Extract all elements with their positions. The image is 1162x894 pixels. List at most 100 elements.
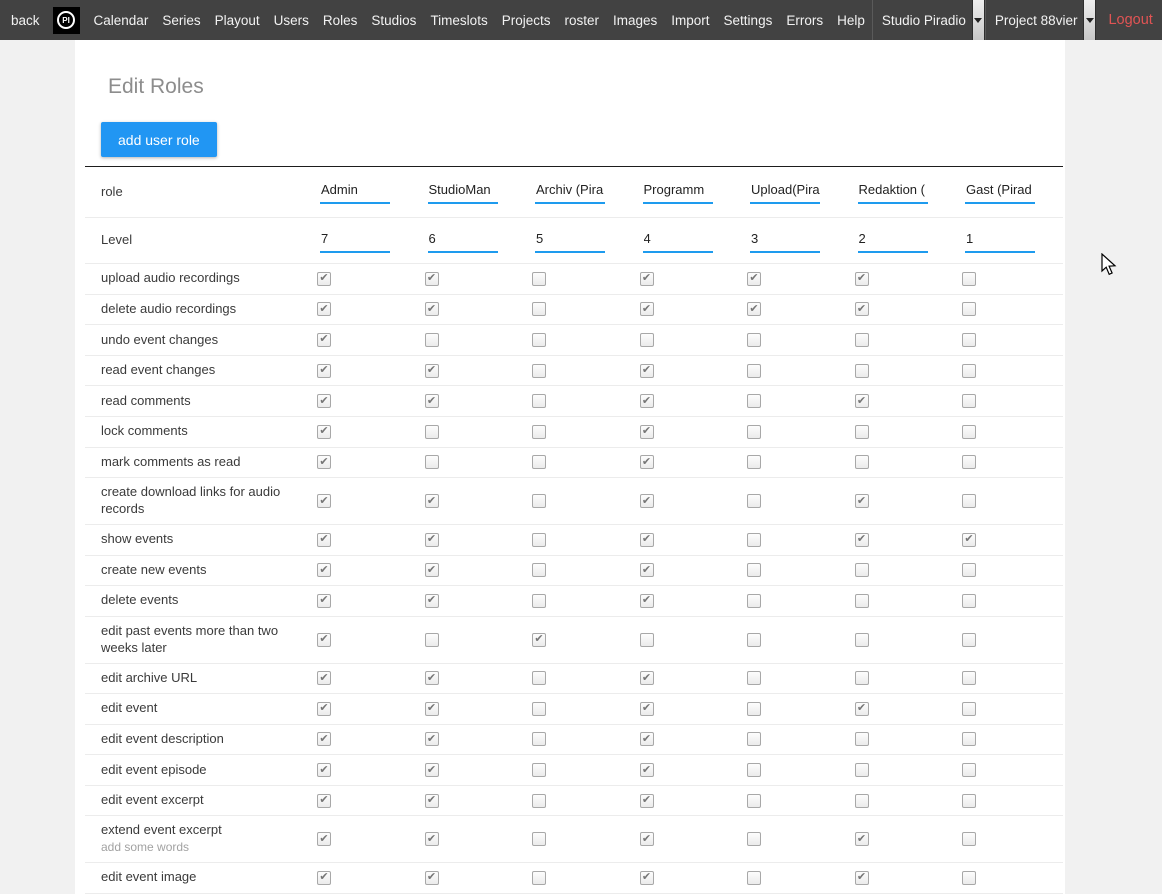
logout-link[interactable]: Logout (1096, 0, 1160, 40)
checkbox-create-new-events-col6[interactable] (855, 563, 869, 577)
checkbox-edit-past-events-more-than-two-weeks-later-col4[interactable] (640, 633, 654, 647)
checkbox-create-download-links-for-audio-records-col2[interactable] (425, 494, 439, 508)
level-input-5[interactable] (750, 229, 820, 253)
level-input-2[interactable] (428, 229, 498, 253)
checkbox-read-comments-col3[interactable] (532, 394, 546, 408)
checkbox-edit-event-excerpt-col7[interactable] (962, 794, 976, 808)
checkbox-read-comments-col2[interactable] (425, 394, 439, 408)
checkbox-edit-event-image-col3[interactable] (532, 871, 546, 885)
checkbox-read-comments-col7[interactable] (962, 394, 976, 408)
checkbox-edit-archive-url-col7[interactable] (962, 671, 976, 685)
checkbox-undo-event-changes-col1[interactable] (317, 333, 331, 347)
checkbox-edit-past-events-more-than-two-weeks-later-col6[interactable] (855, 633, 869, 647)
nav-item-roles[interactable]: Roles (316, 0, 365, 40)
role-name-input-4[interactable] (643, 180, 713, 204)
checkbox-mark-comments-as-read-col1[interactable] (317, 455, 331, 469)
chevron-down-icon[interactable] (1083, 0, 1096, 40)
checkbox-read-event-changes-col2[interactable] (425, 364, 439, 378)
checkbox-delete-audio-recordings-col7[interactable] (962, 302, 976, 316)
checkbox-create-download-links-for-audio-records-col5[interactable] (747, 494, 761, 508)
checkbox-edit-event-episode-col2[interactable] (425, 763, 439, 777)
role-name-input-2[interactable] (428, 180, 498, 204)
checkbox-edit-past-events-more-than-two-weeks-later-col5[interactable] (747, 633, 761, 647)
checkbox-edit-event-excerpt-col3[interactable] (532, 794, 546, 808)
checkbox-read-event-changes-col3[interactable] (532, 364, 546, 378)
checkbox-create-new-events-col2[interactable] (425, 563, 439, 577)
checkbox-show-events-col6[interactable] (855, 533, 869, 547)
role-name-input-3[interactable] (535, 180, 605, 204)
checkbox-edit-archive-url-col1[interactable] (317, 671, 331, 685)
checkbox-lock-comments-col2[interactable] (425, 425, 439, 439)
role-name-input-1[interactable] (320, 180, 390, 204)
checkbox-edit-event-episode-col1[interactable] (317, 763, 331, 777)
checkbox-read-event-changes-col4[interactable] (640, 364, 654, 378)
checkbox-undo-event-changes-col7[interactable] (962, 333, 976, 347)
checkbox-create-new-events-col1[interactable] (317, 563, 331, 577)
level-input-3[interactable] (535, 229, 605, 253)
checkbox-delete-audio-recordings-col5[interactable] (747, 302, 761, 316)
add-user-role-button[interactable]: add user role (101, 122, 217, 157)
nav-item-help[interactable]: Help (830, 0, 872, 40)
checkbox-edit-event-image-col6[interactable] (855, 871, 869, 885)
checkbox-edit-event-episode-col4[interactable] (640, 763, 654, 777)
checkbox-delete-events-col1[interactable] (317, 594, 331, 608)
checkbox-undo-event-changes-col2[interactable] (425, 333, 439, 347)
checkbox-mark-comments-as-read-col2[interactable] (425, 455, 439, 469)
nav-item-images[interactable]: Images (606, 0, 664, 40)
checkbox-lock-comments-col7[interactable] (962, 425, 976, 439)
checkbox-undo-event-changes-col5[interactable] (747, 333, 761, 347)
checkbox-edit-event-excerpt-col6[interactable] (855, 794, 869, 808)
checkbox-edit-event-image-col5[interactable] (747, 871, 761, 885)
checkbox-create-download-links-for-audio-records-col1[interactable] (317, 494, 331, 508)
checkbox-delete-events-col4[interactable] (640, 594, 654, 608)
checkbox-upload-audio-recordings-col2[interactable] (425, 272, 439, 286)
checkbox-create-download-links-for-audio-records-col7[interactable] (962, 494, 976, 508)
checkbox-extend-event-excerpt-col5[interactable] (747, 832, 761, 846)
checkbox-upload-audio-recordings-col5[interactable] (747, 272, 761, 286)
checkbox-edit-event-col3[interactable] (532, 702, 546, 716)
checkbox-mark-comments-as-read-col3[interactable] (532, 455, 546, 469)
checkbox-edit-event-col4[interactable] (640, 702, 654, 716)
checkbox-edit-event-col5[interactable] (747, 702, 761, 716)
nav-item-projects[interactable]: Projects (495, 0, 558, 40)
level-input-4[interactable] (643, 229, 713, 253)
checkbox-read-event-changes-col5[interactable] (747, 364, 761, 378)
checkbox-mark-comments-as-read-col6[interactable] (855, 455, 869, 469)
checkbox-extend-event-excerpt-col4[interactable] (640, 832, 654, 846)
checkbox-create-new-events-col4[interactable] (640, 563, 654, 577)
checkbox-read-event-changes-col6[interactable] (855, 364, 869, 378)
checkbox-edit-event-episode-col3[interactable] (532, 763, 546, 777)
checkbox-delete-audio-recordings-col4[interactable] (640, 302, 654, 316)
checkbox-edit-past-events-more-than-two-weeks-later-col1[interactable] (317, 633, 331, 647)
checkbox-undo-event-changes-col3[interactable] (532, 333, 546, 347)
checkbox-delete-events-col2[interactable] (425, 594, 439, 608)
back-button[interactable]: back (0, 0, 50, 40)
checkbox-undo-event-changes-col6[interactable] (855, 333, 869, 347)
role-name-input-7[interactable] (965, 180, 1035, 204)
checkbox-extend-event-excerpt-col2[interactable] (425, 832, 439, 846)
chevron-down-icon[interactable] (972, 0, 985, 40)
checkbox-edit-event-description-col3[interactable] (532, 732, 546, 746)
checkbox-delete-audio-recordings-col2[interactable] (425, 302, 439, 316)
checkbox-delete-events-col3[interactable] (532, 594, 546, 608)
checkbox-edit-event-excerpt-col1[interactable] (317, 794, 331, 808)
checkbox-extend-event-excerpt-col7[interactable] (962, 832, 976, 846)
nav-item-roster[interactable]: roster (557, 0, 606, 40)
checkbox-read-comments-col6[interactable] (855, 394, 869, 408)
checkbox-edit-event-image-col7[interactable] (962, 871, 976, 885)
checkbox-edit-event-description-col6[interactable] (855, 732, 869, 746)
checkbox-edit-event-description-col1[interactable] (317, 732, 331, 746)
checkbox-edit-archive-url-col5[interactable] (747, 671, 761, 685)
checkbox-edit-event-excerpt-col2[interactable] (425, 794, 439, 808)
checkbox-show-events-col4[interactable] (640, 533, 654, 547)
nav-item-settings[interactable]: Settings (717, 0, 780, 40)
checkbox-upload-audio-recordings-col1[interactable] (317, 272, 331, 286)
checkbox-upload-audio-recordings-col7[interactable] (962, 272, 976, 286)
level-input-1[interactable] (320, 229, 390, 253)
checkbox-read-event-changes-col7[interactable] (962, 364, 976, 378)
checkbox-upload-audio-recordings-col4[interactable] (640, 272, 654, 286)
checkbox-show-events-col2[interactable] (425, 533, 439, 547)
checkbox-read-comments-col5[interactable] (747, 394, 761, 408)
checkbox-edit-archive-url-col6[interactable] (855, 671, 869, 685)
nav-item-errors[interactable]: Errors (779, 0, 830, 40)
